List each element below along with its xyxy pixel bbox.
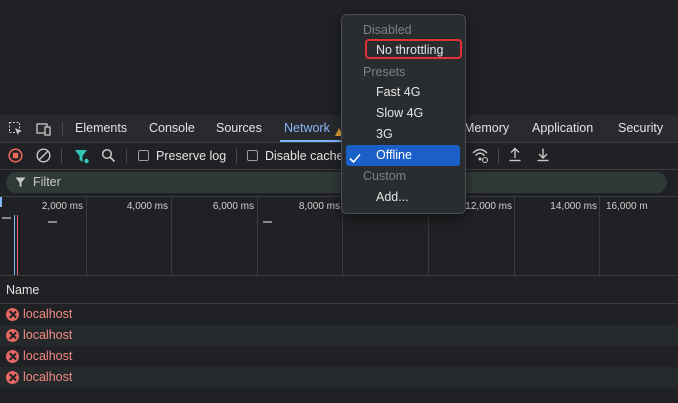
menu-item-3g[interactable]: 3G bbox=[342, 124, 465, 145]
filter-input[interactable]: Filter bbox=[6, 172, 667, 193]
timeline-tick-label: 8,000 ms bbox=[298, 201, 340, 212]
top-empty-area bbox=[0, 0, 678, 115]
tab-network[interactable]: Network bbox=[284, 115, 330, 142]
menu-item-offline[interactable]: Offline bbox=[346, 145, 460, 166]
tab-divider bbox=[62, 122, 63, 136]
toolbar-divider bbox=[61, 149, 62, 163]
menu-group-presets: Presets bbox=[363, 65, 406, 79]
table-empty-area bbox=[0, 388, 678, 403]
timeline-tick-label: 16,000 m bbox=[606, 201, 648, 212]
preserve-log-checkbox[interactable] bbox=[138, 150, 149, 161]
tab-memory[interactable]: Memory bbox=[464, 115, 509, 142]
table-row[interactable]: localhost bbox=[0, 367, 678, 388]
menu-group-disabled: Disabled bbox=[363, 23, 412, 37]
timeline-gridline bbox=[514, 197, 515, 277]
error-icon bbox=[6, 308, 19, 321]
request-name: localhost bbox=[23, 328, 73, 342]
menu-group-custom: Custom bbox=[363, 169, 407, 183]
timeline-tick-label: 6,000 ms bbox=[212, 201, 254, 212]
timeline-request-bar bbox=[263, 221, 272, 223]
filter-funnel-icon[interactable] bbox=[74, 149, 89, 167]
timeline-start-marker bbox=[0, 197, 2, 207]
menu-item-add[interactable]: Add... bbox=[342, 187, 465, 208]
tab-security[interactable]: Security bbox=[618, 115, 663, 142]
disable-cache-checkbox[interactable] bbox=[247, 150, 258, 161]
search-icon[interactable] bbox=[101, 148, 116, 166]
download-icon[interactable] bbox=[536, 147, 550, 165]
timeline-gridline bbox=[599, 197, 600, 277]
tab-elements[interactable]: Elements bbox=[75, 115, 127, 142]
name-column-header[interactable]: Name bbox=[0, 277, 678, 304]
request-name: localhost bbox=[23, 307, 73, 321]
menu-item-slow-4g[interactable]: Slow 4G bbox=[342, 103, 465, 124]
table-row[interactable]: localhost bbox=[0, 346, 678, 367]
network-conditions-icon[interactable] bbox=[471, 147, 489, 166]
timeline-gridline bbox=[86, 197, 87, 277]
menu-item-fast-4g[interactable]: Fast 4G bbox=[342, 82, 465, 103]
error-icon bbox=[6, 350, 19, 363]
device-toolbar-icon[interactable] bbox=[35, 120, 53, 138]
toolbar-divider bbox=[126, 149, 127, 163]
disable-cache-label[interactable]: Disable cache bbox=[265, 143, 344, 169]
toolbar-divider bbox=[498, 149, 499, 163]
tab-console[interactable]: Console bbox=[149, 115, 195, 142]
clear-icon[interactable] bbox=[36, 148, 51, 166]
network-toolbar: Preserve log Disable cache bbox=[0, 143, 678, 170]
table-row[interactable]: localhost bbox=[0, 304, 678, 325]
highlight-box bbox=[365, 39, 462, 59]
request-name: localhost bbox=[23, 370, 73, 384]
timeline-tick-label: 4,000 ms bbox=[126, 201, 168, 212]
table-row[interactable]: localhost bbox=[0, 325, 678, 346]
timeline-gridline bbox=[257, 197, 258, 277]
error-icon bbox=[6, 329, 19, 342]
timeline-domcontentloaded-line bbox=[14, 215, 15, 275]
tab-application[interactable]: Application bbox=[532, 115, 593, 142]
timeline-tick-label: 14,000 ms bbox=[550, 201, 597, 212]
devtools-tab-bar: Elements Console Sources Network Memory … bbox=[0, 115, 678, 143]
filter-placeholder: Filter bbox=[33, 175, 61, 189]
preserve-log-label[interactable]: Preserve log bbox=[156, 143, 226, 169]
timeline-request-bar bbox=[48, 221, 57, 223]
tab-sources[interactable]: Sources bbox=[216, 115, 262, 142]
timeline-gridline bbox=[171, 197, 172, 277]
error-icon bbox=[6, 371, 19, 384]
filter-row: Filter bbox=[0, 170, 678, 196]
active-tab-indicator bbox=[280, 140, 342, 142]
throttling-dropdown-menu: Disabled No throttling Presets Fast 4G S… bbox=[341, 14, 466, 214]
timeline-load-line bbox=[17, 215, 18, 275]
upload-icon[interactable] bbox=[508, 147, 522, 165]
timeline-overview[interactable]: 2,000 ms 4,000 ms 6,000 ms 8,000 ms 12,0… bbox=[0, 196, 678, 277]
name-header-label: Name bbox=[6, 283, 40, 297]
timeline-request-bar bbox=[2, 217, 11, 219]
inspect-element-icon[interactable] bbox=[7, 120, 25, 138]
request-name: localhost bbox=[23, 349, 73, 363]
stop-recording-icon[interactable] bbox=[8, 148, 23, 166]
timeline-tick-label: 2,000 ms bbox=[41, 201, 83, 212]
toolbar-divider bbox=[236, 149, 237, 163]
filter-funnel-icon bbox=[15, 177, 26, 191]
